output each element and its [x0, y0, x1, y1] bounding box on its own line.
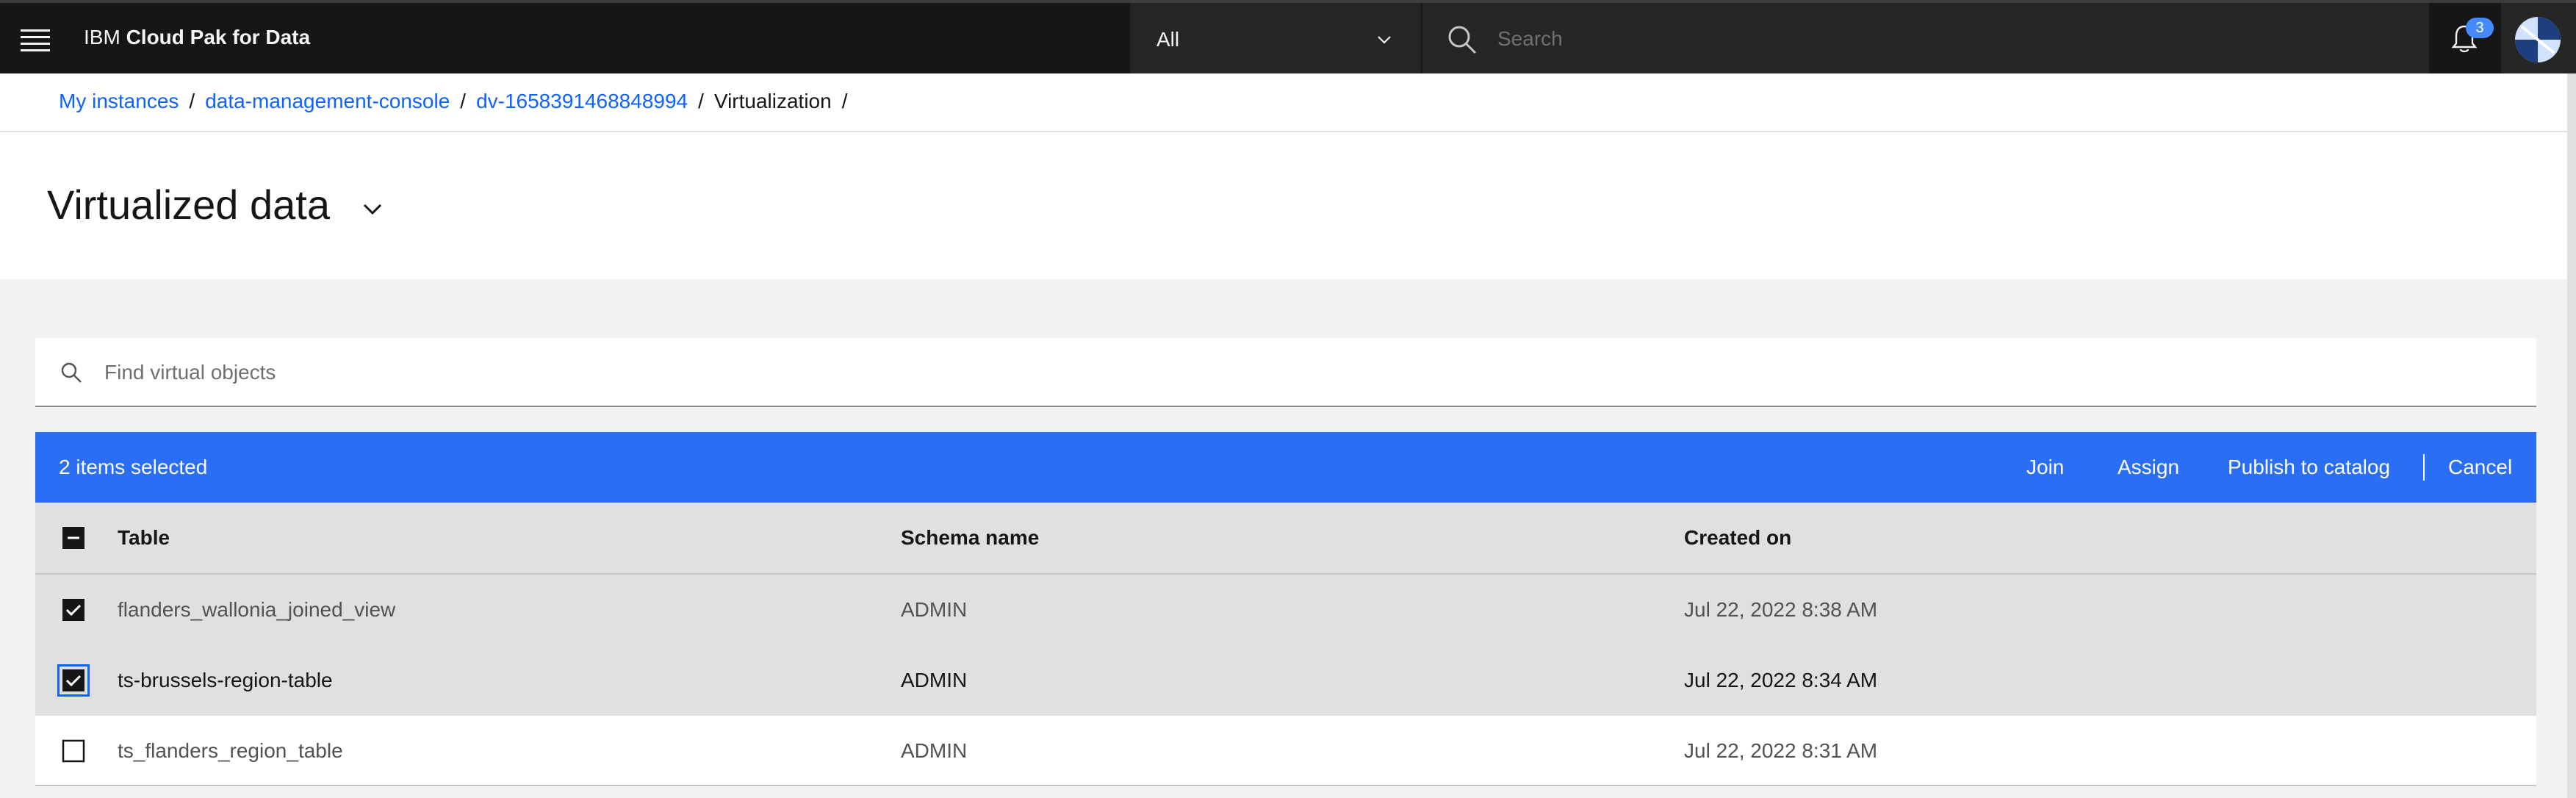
page-header: Virtualized data — [0, 132, 2576, 279]
page-scrollbar[interactable] — [2567, 73, 2576, 798]
selected-items-count: 2 items selected — [59, 456, 208, 478]
chevron-down-icon[interactable] — [359, 195, 386, 223]
virtualized-data-table: Table Schema name Created on flanders_wa… — [35, 503, 2536, 786]
avatar — [2515, 17, 2561, 62]
row-checkbox[interactable] — [62, 669, 85, 692]
batch-action-bar: 2 items selected Join Assign Publish to … — [35, 432, 2536, 503]
schema-name-cell: ADMIN — [901, 598, 968, 621]
column-header-schema-name[interactable]: Schema name — [901, 503, 1039, 573]
table-header-row: Table Schema name Created on — [35, 503, 2536, 575]
breadcrumb: My instances / data-management-console / dv-… — [59, 90, 848, 112]
find-placeholder: Find virtual objects — [104, 361, 276, 384]
schema-name-cell: ADMIN — [901, 669, 968, 691]
hamburger-menu-icon[interactable] — [21, 29, 50, 51]
row-checkbox[interactable] — [62, 598, 85, 622]
scope-value: All — [1156, 28, 1180, 51]
schema-name-cell: ADMIN — [901, 739, 968, 762]
global-search-input[interactable]: Search — [1422, 3, 2429, 73]
publish-to-catalog-button[interactable]: Publish to catalog — [2228, 432, 2390, 503]
cancel-button[interactable]: Cancel — [2448, 432, 2512, 503]
created-on-cell: Jul 22, 2022 8:38 AM — [1684, 598, 1878, 621]
table-row[interactable]: ts_flanders_region_table ADMIN Jul 22, 2… — [35, 716, 2536, 786]
join-button[interactable]: Join — [2026, 432, 2064, 503]
created-on-cell: Jul 22, 2022 8:31 AM — [1684, 739, 1878, 762]
created-on-cell: Jul 22, 2022 8:34 AM — [1684, 669, 1878, 691]
page-title: Virtualized data — [47, 181, 330, 228]
select-all-checkbox[interactable] — [62, 526, 85, 550]
table-name-cell[interactable]: ts-brussels-region-table — [118, 645, 333, 716]
table-name-cell[interactable]: ts_flanders_region_table — [118, 716, 343, 786]
row-checkbox[interactable] — [62, 739, 85, 763]
table-name-cell[interactable]: flanders_wallonia_joined_view — [118, 575, 395, 645]
product-name[interactable]: IBM Cloud Pak for Data — [84, 26, 310, 49]
table-row[interactable]: ts-brussels-region-table ADMIN Jul 22, 2… — [35, 645, 2536, 716]
notifications-button[interactable]: 3 — [2429, 3, 2500, 73]
find-virtual-objects-input[interactable]: Find virtual objects — [35, 338, 2536, 407]
breadcrumb-bar: My instances / data-management-console / dv-… — [0, 73, 2576, 132]
search-icon — [1448, 26, 1477, 54]
user-profile-button[interactable] — [2501, 3, 2576, 73]
top-nav-bar: IBM Cloud Pak for Data All Search 3 — [0, 0, 2576, 73]
chevron-down-icon — [1378, 36, 1391, 44]
column-header-table[interactable]: Table — [118, 503, 170, 573]
search-icon — [61, 362, 82, 383]
column-header-created-on[interactable]: Created on — [1684, 503, 1791, 573]
notification-count-badge: 3 — [2466, 18, 2494, 38]
breadcrumb-my-instances[interactable]: My instances — [59, 90, 179, 112]
action-divider — [2423, 454, 2425, 481]
table-row[interactable]: flanders_wallonia_joined_view ADMIN Jul … — [35, 575, 2536, 645]
breadcrumb-instance-id[interactable]: dv-1658391468848994 — [476, 90, 688, 112]
search-placeholder: Search — [1497, 27, 1563, 50]
breadcrumb-data-management-console[interactable]: data-management-console — [205, 90, 450, 112]
assign-button[interactable]: Assign — [2118, 432, 2179, 503]
breadcrumb-current: Virtualization — [713, 90, 832, 112]
search-scope-dropdown[interactable]: All — [1130, 3, 1421, 73]
